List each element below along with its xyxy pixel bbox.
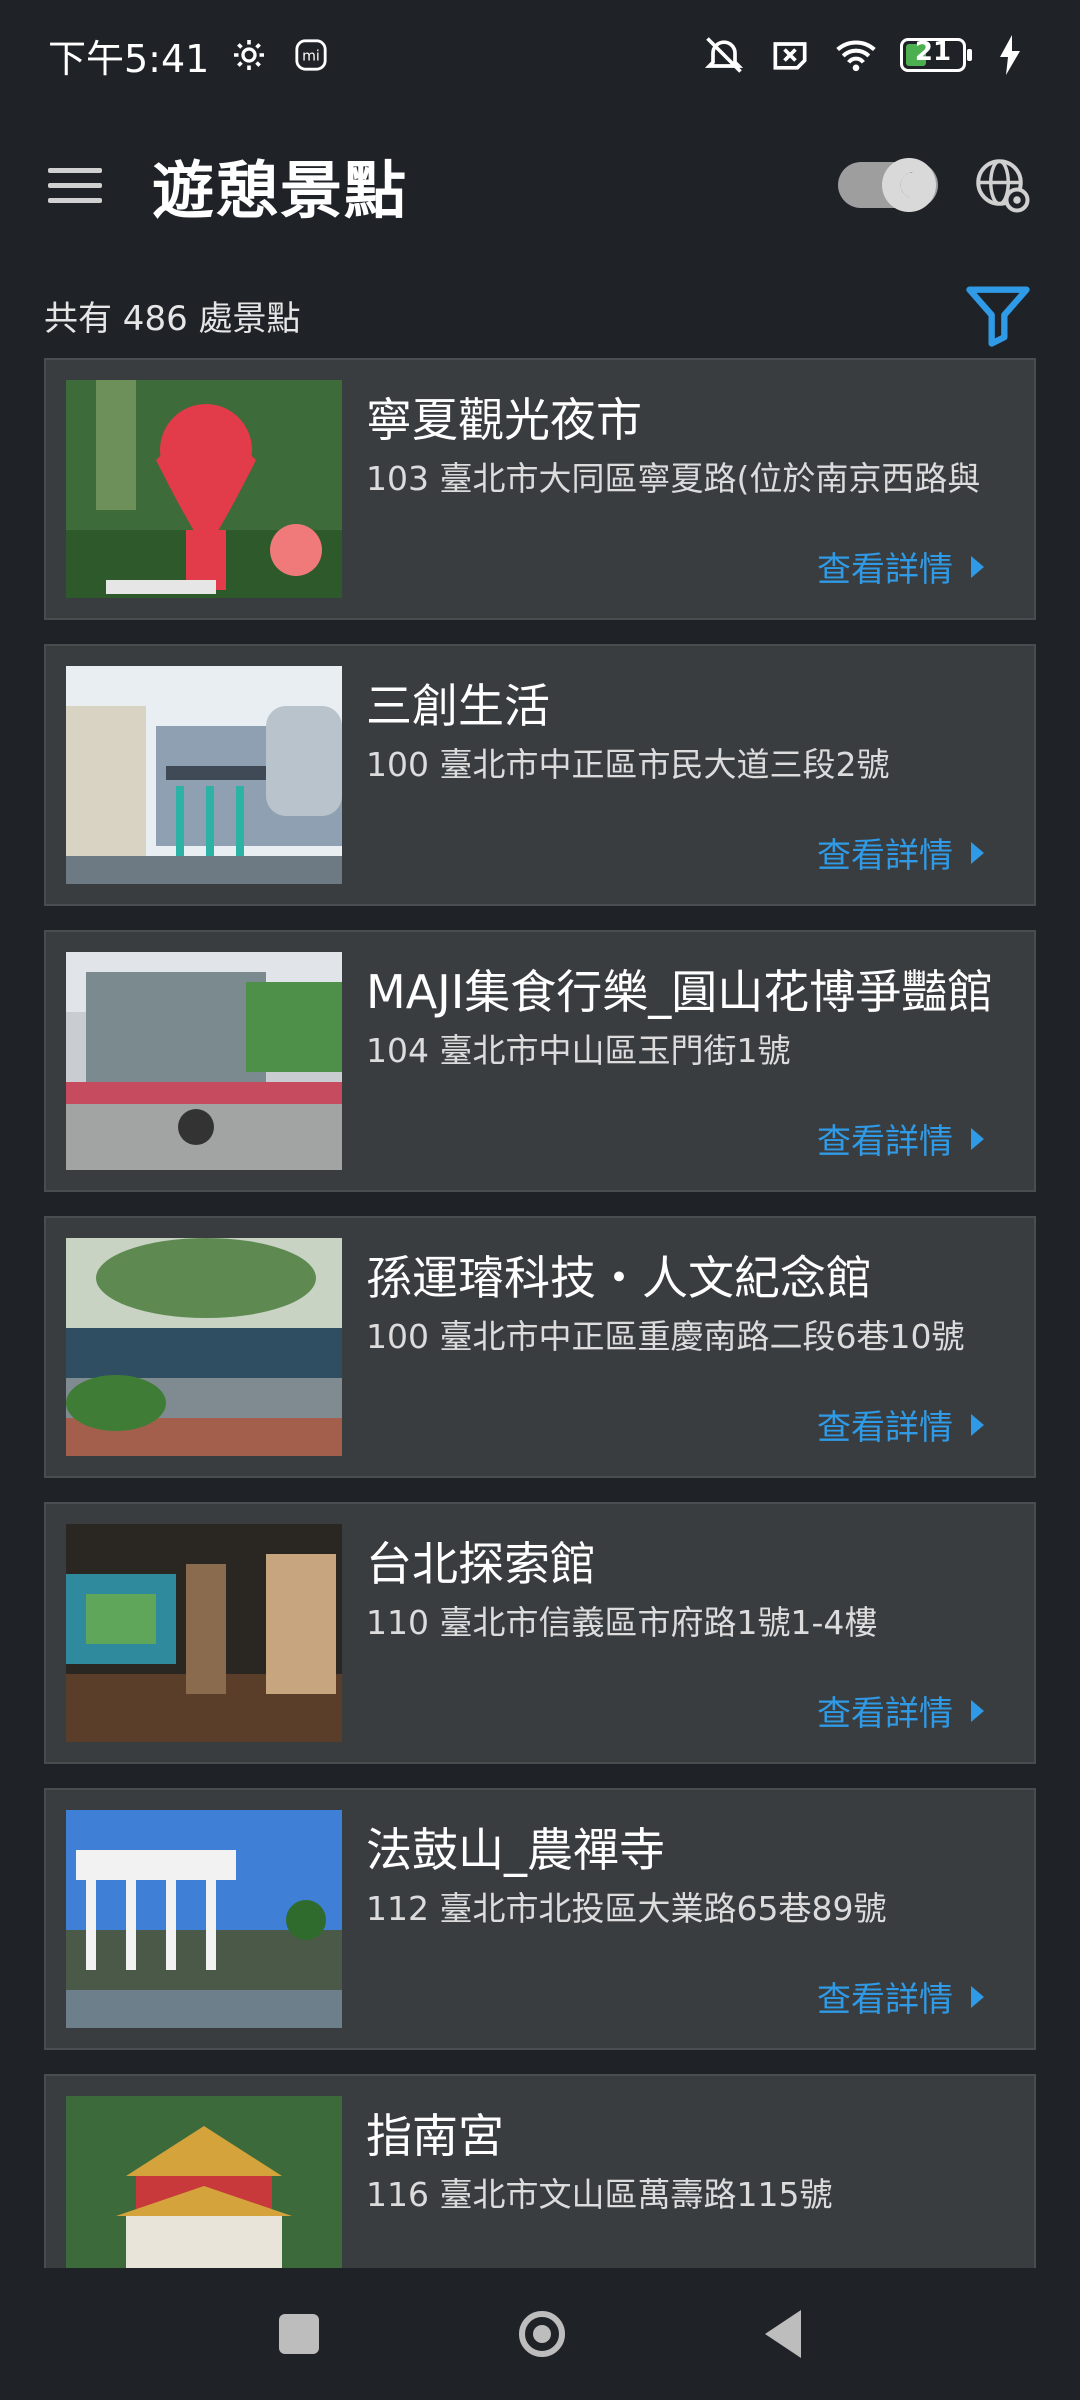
attraction-photo	[66, 380, 342, 598]
view-details-link[interactable]: 查看詳情	[817, 542, 984, 591]
attraction-card[interactable]: 三創生活 100 臺北市中正區市民大道三段2號 查看詳情	[44, 644, 1036, 906]
charging-icon	[988, 33, 1032, 77]
app-bar-actions	[838, 155, 1032, 215]
view-details-label: 查看詳情	[817, 1122, 953, 1162]
dark-mode-toggle[interactable]	[838, 158, 938, 212]
filter-icon[interactable]	[960, 277, 1036, 353]
menu-icon[interactable]	[48, 158, 102, 212]
attraction-name: 法鼓山_農禪寺	[366, 1823, 665, 1877]
attraction-name: 指南宮	[366, 2109, 504, 2163]
attraction-address: 103 臺北市大同區寧夏路(位於南京西路與	[366, 459, 981, 498]
attraction-address: 112 臺北市北投區大業路65巷89號	[366, 1889, 887, 1928]
attraction-photo	[66, 952, 342, 1170]
attraction-name: MAJI集食行樂_圓山花博爭豔館	[366, 965, 994, 1019]
view-details-label: 查看詳情	[817, 1980, 953, 2020]
system-nav-bar	[0, 2268, 1080, 2400]
battery-level: 21	[914, 37, 952, 67]
attraction-address: 116 臺北市文山區萬壽路115號	[366, 2175, 833, 2214]
chevron-right-icon	[971, 1985, 984, 2008]
view-details-label: 查看詳情	[817, 550, 953, 590]
attraction-address: 110 臺北市信義區市府路1號1-4樓	[366, 1603, 878, 1642]
attraction-address: 100 臺北市中正區市民大道三段2號	[366, 745, 890, 784]
app-bar: 遊憩景點	[0, 110, 1080, 260]
attraction-address: 104 臺北市中山區玉門街1號	[366, 1031, 791, 1070]
status-bar: 下午5:41 mi 21	[0, 0, 1080, 110]
attraction-card[interactable]: 法鼓山_農禪寺 112 臺北市北投區大業路65巷89號 查看詳情	[44, 1788, 1036, 2050]
page-title: 遊憩景點	[152, 154, 409, 227]
attraction-list[interactable]: 寧夏觀光夜市 103 臺北市大同區寧夏路(位於南京西路與 查看詳情 三創生活 1…	[44, 358, 1036, 2268]
attraction-name: 三創生活	[366, 679, 550, 733]
battery-icon: 21	[900, 37, 972, 72]
no-sim-icon	[768, 33, 812, 77]
mi-icon: mi	[289, 33, 333, 77]
view-details-label: 查看詳情	[817, 2258, 953, 2268]
attraction-card[interactable]: MAJI集食行樂_圓山花博爭豔館 104 臺北市中山區玉門街1號 查看詳情	[44, 930, 1036, 1192]
view-details-link[interactable]: 查看詳情	[817, 1972, 984, 2021]
view-details-label: 查看詳情	[817, 1694, 953, 1734]
attraction-name: 台北探索館	[366, 1537, 596, 1591]
view-details-link[interactable]: 查看詳情	[817, 2258, 984, 2268]
moon-icon	[882, 158, 936, 212]
chevron-right-icon	[971, 1699, 984, 1722]
view-details-link[interactable]: 查看詳情	[817, 1686, 984, 1735]
wifi-icon	[834, 33, 878, 77]
home-circle-icon[interactable]	[519, 2311, 565, 2357]
status-left: 下午5:41 mi	[48, 28, 333, 83]
attraction-address: 100 臺北市中正區重慶南路二段6巷10號	[366, 1317, 965, 1356]
view-details-label: 查看詳情	[817, 836, 953, 876]
attraction-name: 寧夏觀光夜市	[366, 393, 642, 447]
attraction-card[interactable]: 台北探索館 110 臺北市信義區市府路1號1-4樓 查看詳情	[44, 1502, 1036, 1764]
attraction-photo	[66, 1238, 342, 1456]
chevron-right-icon	[971, 1127, 984, 1150]
chevron-right-icon	[971, 555, 984, 578]
back-triangle-icon[interactable]	[765, 2310, 801, 2358]
view-details-link[interactable]: 查看詳情	[817, 1400, 984, 1449]
attraction-photo	[66, 666, 342, 884]
attraction-card[interactable]: 寧夏觀光夜市 103 臺北市大同區寧夏路(位於南京西路與 查看詳情	[44, 358, 1036, 620]
mute-icon	[702, 33, 746, 77]
attraction-card[interactable]: 指南宮 116 臺北市文山區萬壽路115號 查看詳情	[44, 2074, 1036, 2268]
globe-settings-icon[interactable]	[972, 155, 1032, 215]
view-details-link[interactable]: 查看詳情	[817, 1114, 984, 1163]
status-right: 21	[702, 33, 1032, 77]
view-details-link[interactable]: 查看詳情	[817, 828, 984, 877]
chevron-right-icon	[971, 1413, 984, 1436]
recents-square-icon[interactable]	[279, 2314, 319, 2354]
attraction-count: 共有 486 處景點	[44, 298, 301, 339]
attraction-photo	[66, 1524, 342, 1742]
attraction-photo	[66, 2096, 342, 2268]
chevron-right-icon	[971, 841, 984, 864]
attraction-name: 孫運璿科技・人文紀念館	[366, 1251, 872, 1305]
settings-gear-icon	[227, 33, 271, 77]
status-time: 下午5:41	[48, 36, 210, 81]
summary-row: 共有 486 處景點	[44, 280, 1036, 350]
attraction-card[interactable]: 孫運璿科技・人文紀念館 100 臺北市中正區重慶南路二段6巷10號 查看詳情	[44, 1216, 1036, 1478]
view-details-label: 查看詳情	[817, 1408, 953, 1448]
attraction-photo	[66, 1810, 342, 2028]
svg-text:mi: mi	[302, 49, 320, 65]
